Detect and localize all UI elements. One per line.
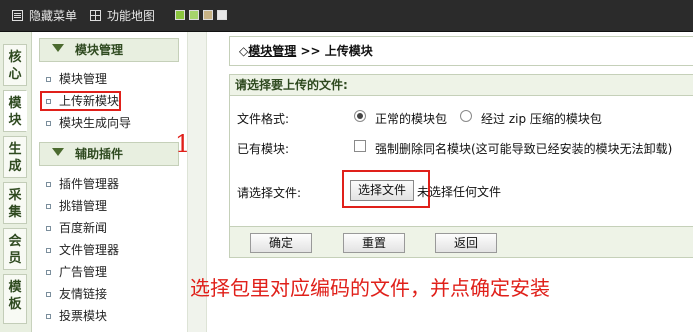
theme-swatch-green[interactable] <box>175 10 185 20</box>
hide-menu-label: 隐藏菜单 <box>29 9 78 23</box>
format-option-normal[interactable]: 正常的模块包 <box>375 110 447 127</box>
menu-item-file-manager[interactable]: 文件管理器 <box>46 241 119 259</box>
menu-item-label: 友情链接 <box>59 287 108 301</box>
existing-module-label: 已有模块: <box>237 142 290 156</box>
menu-item-label: 上传新模块 <box>59 94 120 108</box>
bullet-icon <box>46 204 51 209</box>
menu-item-label: 插件管理器 <box>59 177 120 191</box>
breadcrumb-diamond-icon: ◇ <box>239 44 249 58</box>
format-option-zip[interactable]: 经过 zip 压缩的模块包 <box>481 110 602 127</box>
site-map-label: 功能地图 <box>107 9 156 23</box>
bullet-icon <box>46 182 51 187</box>
menu-item-vote-module[interactable]: 投票模块 <box>46 307 107 325</box>
tab-member[interactable]: 会员 <box>3 228 27 270</box>
confirm-button[interactable]: 确定 <box>250 233 312 253</box>
menu-item-error-report[interactable]: 挑错管理 <box>46 197 107 215</box>
menu-item-friend-links[interactable]: 友情链接 <box>46 285 107 303</box>
menu-icon <box>12 9 23 21</box>
menu-item-ad-management[interactable]: 广告管理 <box>46 263 107 281</box>
breadcrumb-separator: >> <box>300 44 321 58</box>
back-button[interactable]: 返回 <box>435 233 497 253</box>
instruction-note: 选择包里对应编码的文件，并点确定安装 <box>190 276 550 300</box>
breadcrumb: ◇模块管理 >> 上传模块 <box>229 36 693 66</box>
menu-group-module-management[interactable]: 模块管理 <box>39 38 179 62</box>
tab-generate[interactable]: 生成 <box>3 136 27 178</box>
button-bar: 确定 重置 返回 <box>229 226 693 258</box>
theme-swatch-gray[interactable] <box>217 10 227 20</box>
menu-item-label: 投票模块 <box>59 309 108 323</box>
menu-item-baidu-news[interactable]: 百度新闻 <box>46 219 107 237</box>
category-tabs: 核心 模块 生成 采集 会员 模板 <box>0 32 32 332</box>
collapse-arrow-icon <box>52 148 64 156</box>
menu-item-module-management[interactable]: 模块管理 <box>46 70 107 88</box>
tab-module[interactable]: 模块 <box>3 90 27 132</box>
breadcrumb-link-module-management[interactable]: 模块管理 <box>248 44 296 58</box>
reset-button[interactable]: 重置 <box>343 233 405 253</box>
hide-menu-button[interactable]: 隐藏菜单 <box>12 8 77 24</box>
format-label: 文件格式: <box>237 112 290 126</box>
menu-item-label: 挑错管理 <box>59 199 108 213</box>
section-title: 请选择要上传的文件: <box>229 74 693 96</box>
bullet-icon <box>46 270 51 275</box>
top-bar: 隐藏菜单 功能地图 <box>0 0 693 32</box>
menu-group-plugins[interactable]: 辅助插件 <box>39 142 179 166</box>
bullet-icon <box>46 77 51 82</box>
theme-swatch-tan[interactable] <box>203 10 213 20</box>
force-delete-label[interactable]: 强制删除同名模块(这可能导致已经安装的模块无法卸载) <box>375 140 672 157</box>
bullet-icon <box>46 226 51 231</box>
bullet-icon <box>46 99 51 104</box>
format-radio-normal[interactable] <box>354 110 366 122</box>
format-radio-zip[interactable] <box>460 110 472 122</box>
bullet-icon <box>46 248 51 253</box>
theme-swatch-lightgreen[interactable] <box>189 10 199 20</box>
grid-icon <box>90 9 101 21</box>
bullet-icon <box>46 292 51 297</box>
tab-core[interactable]: 核心 <box>3 44 27 86</box>
collapse-arrow-icon <box>52 44 64 52</box>
side-menu: 模块管理 模块管理 上传新模块 模块生成向导 辅助插件 插件管理器 挑错管理 百… <box>32 32 190 332</box>
menu-item-upload-module[interactable]: 上传新模块 <box>40 91 122 111</box>
force-delete-checkbox[interactable] <box>354 140 366 152</box>
bullet-icon <box>46 121 51 126</box>
menu-item-label: 文件管理器 <box>59 243 120 257</box>
breadcrumb-current: 上传模块 <box>324 44 373 58</box>
tab-template[interactable]: 模板 <box>3 274 27 324</box>
tab-collect[interactable]: 采集 <box>3 182 27 224</box>
menu-group-title: 模块管理 <box>75 43 124 57</box>
menu-item-label: 广告管理 <box>59 265 108 279</box>
choose-file-button[interactable]: 选择文件 <box>350 180 414 201</box>
menu-group-title: 辅助插件 <box>75 147 124 161</box>
menu-item-plugin-manager[interactable]: 插件管理器 <box>46 175 119 193</box>
no-file-text: 未选择任何文件 <box>417 185 502 199</box>
menu-item-label: 模块生成向导 <box>59 116 132 130</box>
menu-item-label: 模块管理 <box>59 72 108 86</box>
file-select-label: 请选择文件: <box>237 186 302 200</box>
site-map-button[interactable]: 功能地图 <box>90 8 155 24</box>
bullet-icon <box>46 314 51 319</box>
menu-item-module-wizard[interactable]: 模块生成向导 <box>46 114 131 132</box>
menu-item-label: 百度新闻 <box>59 221 108 235</box>
